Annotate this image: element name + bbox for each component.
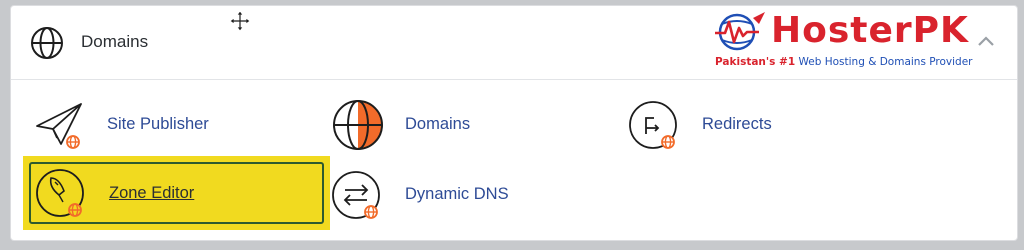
move-icon[interactable]: [229, 10, 251, 32]
swap-arrows-icon: [332, 171, 380, 219]
site-publisher-label: Site Publisher: [107, 115, 209, 133]
globe-icon: [31, 27, 63, 59]
domains-label: Domains: [405, 115, 471, 133]
paper-plane-icon: [36, 103, 82, 149]
domains-item[interactable]: Domains: [329, 96, 569, 156]
domains-panel: Domains HosterPK Pakistan's #1 Web Hosti…: [10, 5, 1018, 241]
brand-name: HosterPK: [771, 10, 969, 51]
globe-icon: [333, 100, 383, 150]
brand-globe-icon: [715, 12, 765, 51]
zone-editor-item[interactable]: Zone Editor: [23, 156, 330, 230]
panel-title: Domains: [81, 32, 149, 51]
dynamic-dns-label: Dynamic DNS: [405, 185, 509, 203]
brand-tagline-prefix: Pakistan's #1: [715, 56, 796, 68]
zone-editor-label[interactable]: Zone Editor: [109, 184, 194, 203]
rocket-icon: [36, 169, 84, 217]
redirects-label: Redirects: [702, 115, 772, 133]
panel-header[interactable]: Domains HosterPK Pakistan's #1 Web Hosti…: [11, 6, 1017, 80]
redirects-item[interactable]: Redirects: [626, 96, 866, 156]
redirect-arrow-icon: [629, 101, 677, 149]
chevron-up-icon[interactable]: [977, 34, 995, 48]
dynamic-dns-item[interactable]: Dynamic DNS: [329, 166, 569, 226]
brand-tagline-rest: Web Hosting & Domains Provider: [798, 56, 973, 68]
site-publisher-item[interactable]: Site Publisher: [31, 96, 271, 156]
brand-logo: HosterPK Pakistan's #1 Web Hosting & Dom…: [713, 8, 1003, 74]
brand-tagline: Pakistan's #1 Web Hosting & Domains Prov…: [715, 56, 973, 68]
